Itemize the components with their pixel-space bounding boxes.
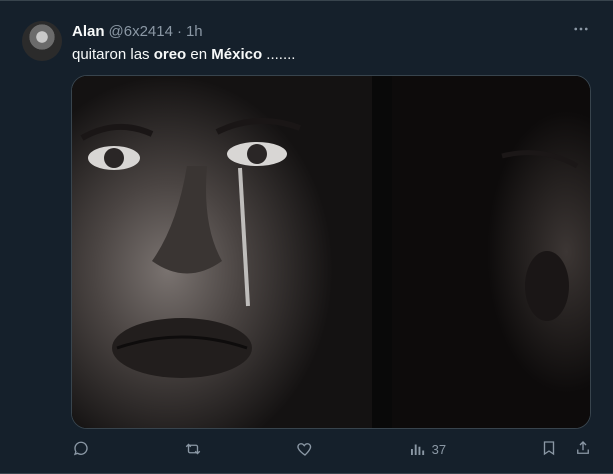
more-options-icon[interactable] (571, 19, 591, 39)
tweet-text-bold2: México (211, 46, 263, 63)
tweet-header: Alan @6x2414 · 1h (72, 21, 203, 41)
retweet-button[interactable] (184, 435, 202, 463)
views-button[interactable]: 37 (408, 435, 446, 463)
tweet-text-part3: ....... (262, 46, 296, 63)
bookmark-icon (543, 440, 555, 455)
timestamp[interactable]: 1h (186, 23, 203, 40)
retweet-icon (185, 443, 201, 455)
reply-button[interactable] (72, 435, 90, 463)
tweet-text-part2: en (186, 46, 212, 63)
reply-icon (73, 441, 88, 456)
share-button[interactable] (574, 439, 592, 460)
tweet-actions: 37 (72, 435, 592, 463)
views-icon (410, 444, 424, 455)
tweet-card[interactable]: Alan @6x2414 · 1h quitaron las oreo en M… (0, 0, 613, 474)
share-icon (577, 440, 589, 454)
bookmark-button[interactable] (540, 439, 558, 460)
like-button[interactable] (296, 435, 314, 463)
right-actions (540, 435, 592, 463)
author-handle[interactable]: @6x2414 (109, 23, 173, 40)
avatar[interactable] (22, 21, 62, 61)
views-count: 37 (431, 441, 447, 457)
tweet-text: quitaron las oreo en México ....... (72, 45, 295, 65)
tweet-text-part1: quitaron las (72, 46, 154, 63)
separator: · (176, 22, 182, 40)
like-icon (297, 443, 311, 456)
author-name[interactable]: Alan (72, 23, 105, 40)
tweet-text-bold1: oreo (153, 46, 187, 63)
tweet-media-image[interactable] (71, 75, 591, 429)
